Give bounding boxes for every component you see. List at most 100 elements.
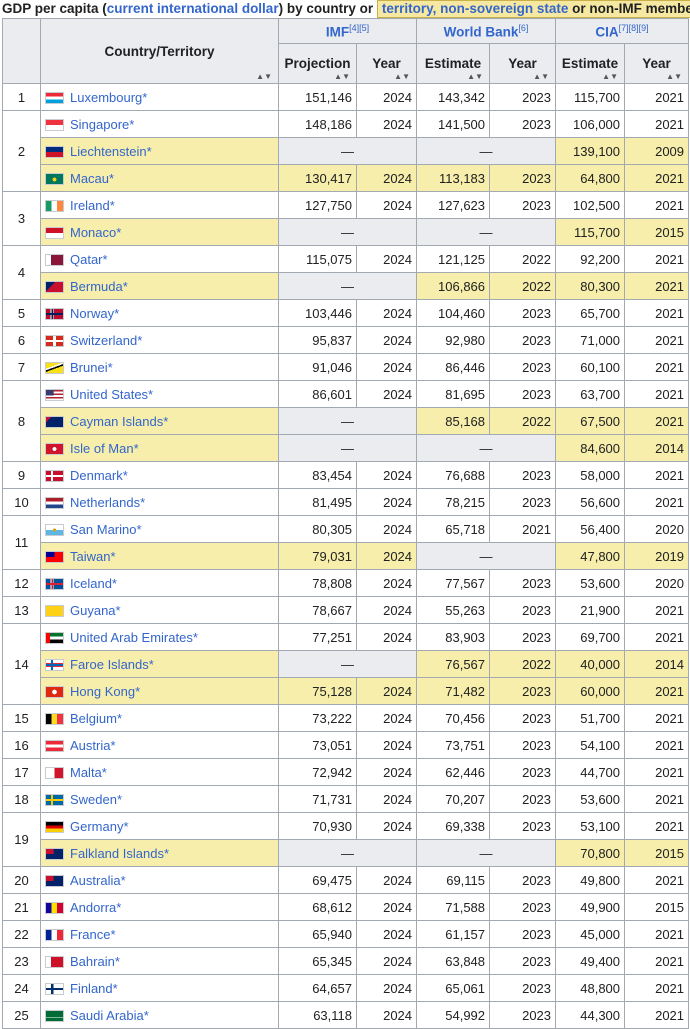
country-link[interactable]: Netherlands bbox=[70, 495, 140, 510]
economy-link-star[interactable]: * bbox=[136, 522, 141, 537]
economy-link-star[interactable]: * bbox=[110, 549, 115, 564]
economy-link-star[interactable]: * bbox=[193, 630, 198, 645]
country-link[interactable]: Isle of Man bbox=[70, 441, 134, 456]
economy-link-star[interactable]: * bbox=[108, 360, 113, 375]
economy-link-star[interactable]: * bbox=[148, 387, 153, 402]
country-link[interactable]: United States bbox=[70, 387, 148, 402]
country-cell: Switzerland* bbox=[40, 326, 279, 354]
economy-link-star[interactable]: * bbox=[116, 603, 121, 618]
economy-link-star[interactable]: * bbox=[123, 468, 128, 483]
economy-link-star[interactable]: * bbox=[147, 144, 152, 159]
country-link[interactable]: Liechtenstein bbox=[70, 144, 147, 159]
economy-link-star[interactable]: * bbox=[115, 954, 120, 969]
economy-link-star[interactable]: * bbox=[102, 765, 107, 780]
country-link[interactable]: Singapore bbox=[70, 117, 129, 132]
cia-year-cell: 2021 bbox=[624, 947, 690, 975]
country-link[interactable]: Hong Kong bbox=[70, 684, 135, 699]
economy-link-star[interactable]: * bbox=[149, 657, 154, 672]
country-link[interactable]: Andorra bbox=[70, 900, 116, 915]
country-link[interactable]: San Marino bbox=[70, 522, 136, 537]
sort-icon[interactable]: ▲▼ bbox=[256, 73, 272, 81]
economy-link-star[interactable]: * bbox=[121, 873, 126, 888]
economy-link-star[interactable]: * bbox=[163, 414, 168, 429]
country-territory-header[interactable]: Country/Territory ▲▼ bbox=[40, 18, 279, 84]
country-link[interactable]: Monaco bbox=[70, 225, 116, 240]
imf-year-header[interactable]: Year ▲▼ bbox=[355, 43, 418, 84]
country-link[interactable]: Ireland bbox=[70, 198, 110, 213]
economy-link-star[interactable]: * bbox=[112, 576, 117, 591]
country-link[interactable]: Falkland Islands bbox=[70, 846, 164, 861]
table-row: 10 Netherlands* 81,495 2024 78,215 2023 56,600… bbox=[2, 488, 690, 516]
economy-link-star[interactable]: * bbox=[123, 279, 128, 294]
country-link[interactable]: Iceland bbox=[70, 576, 112, 591]
country-link[interactable]: Germany bbox=[70, 819, 123, 834]
country-link[interactable]: Taiwan bbox=[70, 549, 110, 564]
economy-link-star[interactable]: * bbox=[110, 738, 115, 753]
country-link[interactable]: Austria bbox=[70, 738, 110, 753]
world-bank-group-header[interactable]: World Bank[6] bbox=[416, 18, 557, 44]
country-link[interactable]: Faroe Islands bbox=[70, 657, 149, 672]
economy-link-star[interactable]: * bbox=[142, 90, 147, 105]
country-link[interactable]: Australia bbox=[70, 873, 121, 888]
cia-value-cell: 54,100 bbox=[555, 731, 626, 759]
country-link[interactable]: Brunei bbox=[70, 360, 108, 375]
wb-estimate-header[interactable]: Estimate ▲▼ bbox=[416, 43, 491, 84]
country-link[interactable]: Belgium bbox=[70, 711, 117, 726]
country-link[interactable]: Finland bbox=[70, 981, 113, 996]
sort-icon[interactable]: ▲▼ bbox=[533, 73, 549, 81]
cia-value-cell: 71,000 bbox=[555, 326, 626, 354]
cia-group-header[interactable]: CIA[7][8][9] bbox=[555, 18, 690, 44]
economy-link-star[interactable]: * bbox=[110, 927, 115, 942]
country-link[interactable]: Cayman Islands bbox=[70, 414, 163, 429]
economy-link-star[interactable]: * bbox=[144, 1008, 149, 1023]
economy-link-star[interactable]: * bbox=[123, 819, 128, 834]
country-link[interactable]: Macau bbox=[70, 171, 109, 186]
cia-estimate-header[interactable]: Estimate ▲▼ bbox=[555, 43, 626, 84]
country-cell: United Arab Emirates* bbox=[40, 623, 279, 651]
country-link[interactable]: Bahrain bbox=[70, 954, 115, 969]
country-link[interactable]: Luxembourg bbox=[70, 90, 142, 105]
sort-icon[interactable]: ▲▼ bbox=[666, 73, 682, 81]
country-link[interactable]: Switzerland bbox=[70, 333, 137, 348]
sort-icon[interactable]: ▲▼ bbox=[394, 73, 410, 81]
economy-link-star[interactable]: * bbox=[137, 333, 142, 348]
economy-link-star[interactable]: * bbox=[134, 441, 139, 456]
economy-link-star[interactable]: * bbox=[110, 198, 115, 213]
imf-group-header[interactable]: IMF[4][5] bbox=[277, 18, 418, 44]
imf-projection-header[interactable]: Projection ▲▼ bbox=[278, 43, 357, 84]
economy-link-star[interactable]: * bbox=[117, 711, 122, 726]
wb-year-header[interactable]: Year ▲▼ bbox=[489, 43, 557, 84]
country-link[interactable]: Denmark bbox=[70, 468, 123, 483]
territory-link[interactable]: territory, bbox=[382, 1, 440, 16]
rank-cell: 4 bbox=[2, 245, 41, 300]
sort-icon[interactable]: ▲▼ bbox=[467, 73, 483, 81]
economy-link-star[interactable]: * bbox=[129, 117, 134, 132]
non-sovereign-state-link[interactable]: non-sovereign state bbox=[440, 1, 568, 16]
country-link[interactable]: France bbox=[70, 927, 110, 942]
economy-link-star[interactable]: * bbox=[113, 981, 118, 996]
economy-link-star[interactable]: * bbox=[140, 495, 145, 510]
country-link[interactable]: Qatar bbox=[70, 252, 103, 267]
economy-link-star[interactable]: * bbox=[103, 252, 108, 267]
economy-link-star[interactable]: * bbox=[116, 225, 121, 240]
wb-value-cell: 143,342 bbox=[416, 83, 491, 111]
economy-link-star[interactable]: * bbox=[109, 171, 114, 186]
sort-icon[interactable]: ▲▼ bbox=[334, 73, 350, 81]
current-international-dollar-link[interactable]: current international dollar bbox=[107, 1, 279, 16]
country-link[interactable]: Malta bbox=[70, 765, 102, 780]
economy-link-star[interactable]: * bbox=[114, 306, 119, 321]
economy-link-star[interactable]: * bbox=[135, 684, 140, 699]
sort-icon[interactable]: ▲▼ bbox=[602, 73, 618, 81]
economy-link-star[interactable]: * bbox=[116, 900, 121, 915]
economy-link-star[interactable]: * bbox=[117, 792, 122, 807]
country-link[interactable]: Guyana bbox=[70, 603, 116, 618]
country-link[interactable]: Sweden bbox=[70, 792, 117, 807]
cia-year-header[interactable]: Year ▲▼ bbox=[624, 43, 690, 84]
economy-link-star[interactable]: * bbox=[164, 846, 169, 861]
country-link[interactable]: Saudi Arabia bbox=[70, 1008, 144, 1023]
table-row: 14 United Arab Emirates* 77,251 2024 83,903 2… bbox=[2, 623, 690, 705]
country-link[interactable]: United Arab Emirates bbox=[70, 630, 193, 645]
rank-cell: 16 bbox=[2, 731, 41, 759]
country-link[interactable]: Norway bbox=[70, 306, 114, 321]
country-link[interactable]: Bermuda bbox=[70, 279, 123, 294]
